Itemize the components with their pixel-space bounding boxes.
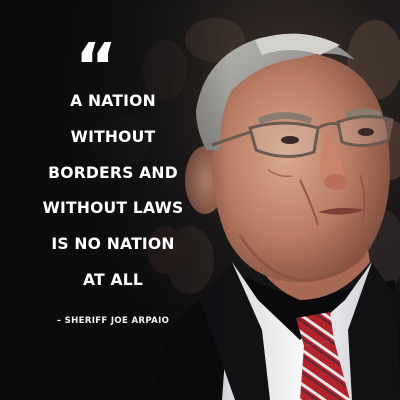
quote-text: A NATION WITHOUT BORDERS AND WITHOUT LAW… <box>20 84 206 299</box>
quote-line: WITHOUT LAWS <box>42 199 184 218</box>
quote-line: BORDERS AND <box>48 163 178 182</box>
quote-line: IS NO NATION <box>51 235 175 254</box>
quote-graphic: “ A NATION WITHOUT BORDERS AND WITHOUT L… <box>0 0 400 400</box>
quote-line: AT ALL <box>82 270 144 289</box>
quote-mark-icon: “ <box>74 31 117 105</box>
quote-attribution: – SHERIFF JOE ARPAIO <box>56 316 170 326</box>
quote-line: WITHOUT <box>70 127 156 146</box>
quote-line: A NATION <box>70 92 156 110</box>
